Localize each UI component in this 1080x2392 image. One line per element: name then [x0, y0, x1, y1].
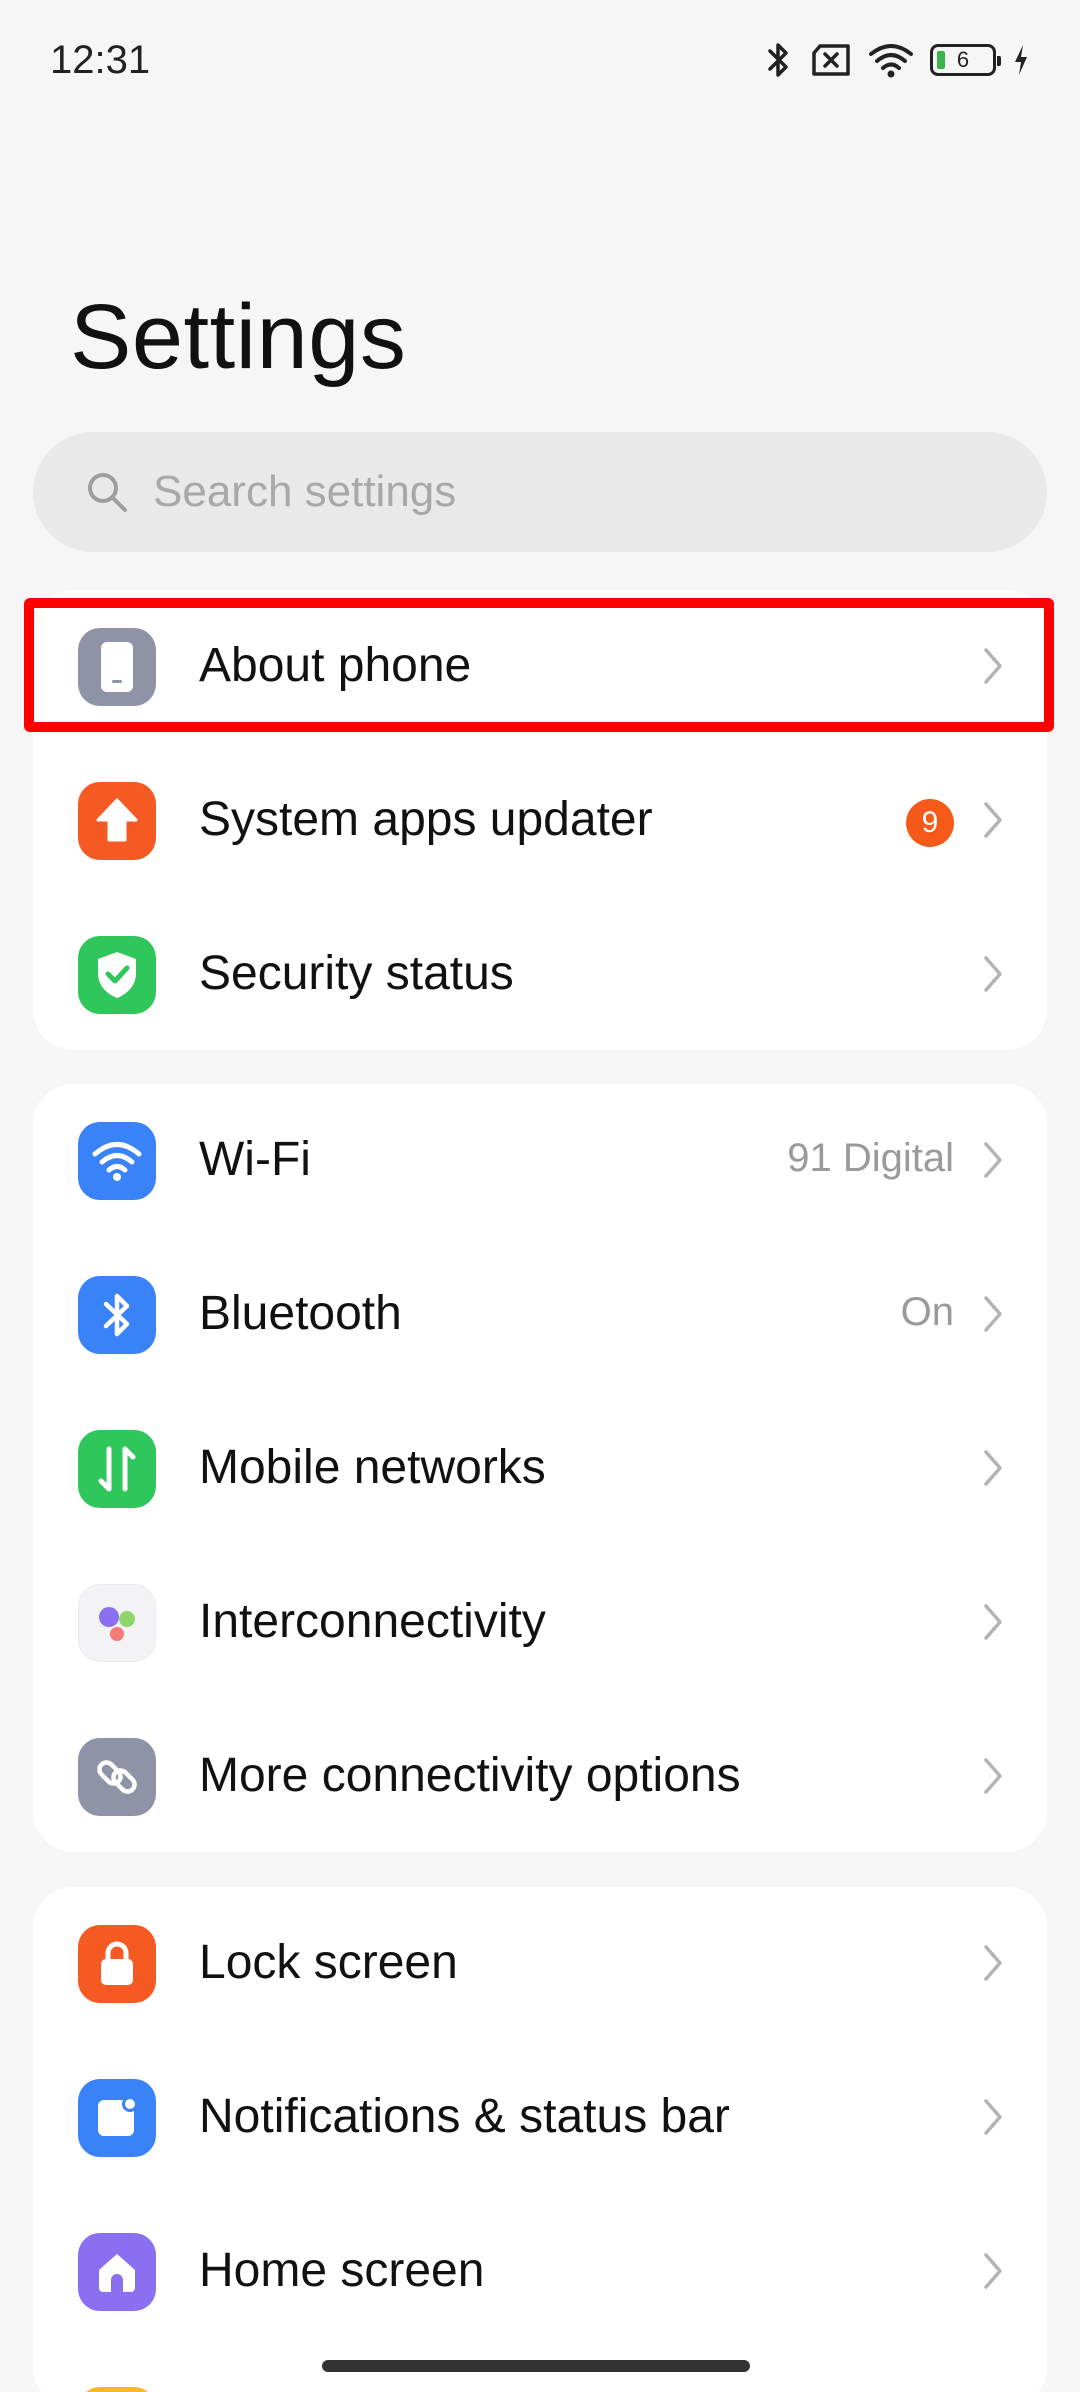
settings-item-label: Notifications & status bar [199, 2090, 730, 2143]
partial-icon [78, 2387, 156, 2392]
battery-level: 6 [956, 47, 970, 72]
home-icon [78, 2233, 156, 2311]
link-icon [78, 1738, 156, 1816]
bluetooth-icon [764, 40, 794, 80]
wifi-network-name: 91 Digital [787, 1136, 954, 1180]
settings-item-lock-screen[interactable]: Lock screen [33, 1887, 1047, 2041]
settings-group-personalization: Lock screen Notifications & status bar H… [33, 1887, 1047, 2392]
settings-item-label: About phone [199, 639, 472, 692]
settings-item-about-phone[interactable]: About phone [33, 590, 1047, 744]
battery-icon: 6 [930, 44, 1001, 76]
settings-item-more-connectivity[interactable]: More connectivity options [33, 1700, 1047, 1854]
shield-check-icon [78, 936, 156, 1014]
chevron-right-icon [981, 1602, 1005, 1647]
settings-item-label: Home screen [199, 2244, 485, 2297]
update-count-badge: 9 [906, 799, 954, 847]
settings-item-label: Security status [199, 947, 514, 1000]
settings-item-notifications[interactable]: Notifications & status bar [33, 2041, 1047, 2195]
page-title: Settings [70, 286, 407, 388]
phone-icon [78, 628, 156, 706]
search-icon [85, 470, 129, 519]
notification-icon [78, 2079, 156, 2157]
settings-item-label: Bluetooth [199, 1287, 402, 1340]
chevron-right-icon [981, 1294, 1005, 1339]
chevron-right-icon [981, 646, 1005, 691]
interconnectivity-icon [78, 1584, 156, 1662]
settings-group-device: About phone System apps updater 9 Securi… [33, 590, 1047, 1050]
mobile-data-icon [78, 1430, 156, 1508]
settings-item-label: System apps updater [199, 793, 653, 846]
settings-item-label: Lock screen [199, 1936, 458, 1989]
bluetooth-state: On [900, 1290, 954, 1334]
settings-item-security-status[interactable]: Security status [33, 898, 1047, 1052]
settings-item-label: More connectivity options [199, 1749, 741, 1802]
bluetooth-icon [78, 1276, 156, 1354]
settings-group-connectivity: Wi-Fi 91 Digital Bluetooth On Mobile net… [33, 1084, 1047, 1852]
chevron-right-icon [981, 2251, 1005, 2296]
search-bar[interactable] [33, 432, 1047, 552]
home-indicator[interactable] [322, 2360, 750, 2372]
settings-screen: 12:31 6 Settings Search settings About p… [0, 0, 1080, 2392]
status-icons: 6 [764, 40, 1030, 80]
lock-icon [78, 1925, 156, 2003]
no-sim-icon [810, 43, 852, 77]
wifi-icon [868, 42, 914, 78]
chevron-right-icon [981, 1943, 1005, 1988]
charging-icon [1012, 43, 1030, 77]
settings-item-mobile-networks[interactable]: Mobile networks [33, 1392, 1047, 1546]
chevron-right-icon [981, 2097, 1005, 2142]
chevron-right-icon [981, 800, 1005, 845]
chevron-right-icon [981, 954, 1005, 999]
settings-item-label: Interconnectivity [199, 1595, 546, 1648]
chevron-right-icon [981, 1448, 1005, 1493]
settings-item-home-screen[interactable]: Home screen [33, 2195, 1047, 2349]
settings-item-label: Wi-Fi [199, 1133, 311, 1186]
settings-item-label: Mobile networks [199, 1441, 546, 1494]
settings-item-bluetooth[interactable]: Bluetooth On [33, 1238, 1047, 1392]
status-time: 12:31 [50, 38, 151, 82]
settings-item-system-apps-updater[interactable]: System apps updater 9 [33, 744, 1047, 898]
status-bar: 12:31 6 [0, 0, 1080, 130]
chevron-right-icon [981, 1756, 1005, 1801]
settings-item-wifi[interactable]: Wi-Fi 91 Digital [33, 1084, 1047, 1238]
chevron-right-icon [981, 1140, 1005, 1185]
wifi-icon [78, 1122, 156, 1200]
upload-arrow-icon [78, 782, 156, 860]
settings-item-interconnectivity[interactable]: Interconnectivity [33, 1546, 1047, 1700]
search-input[interactable] [153, 460, 1003, 524]
